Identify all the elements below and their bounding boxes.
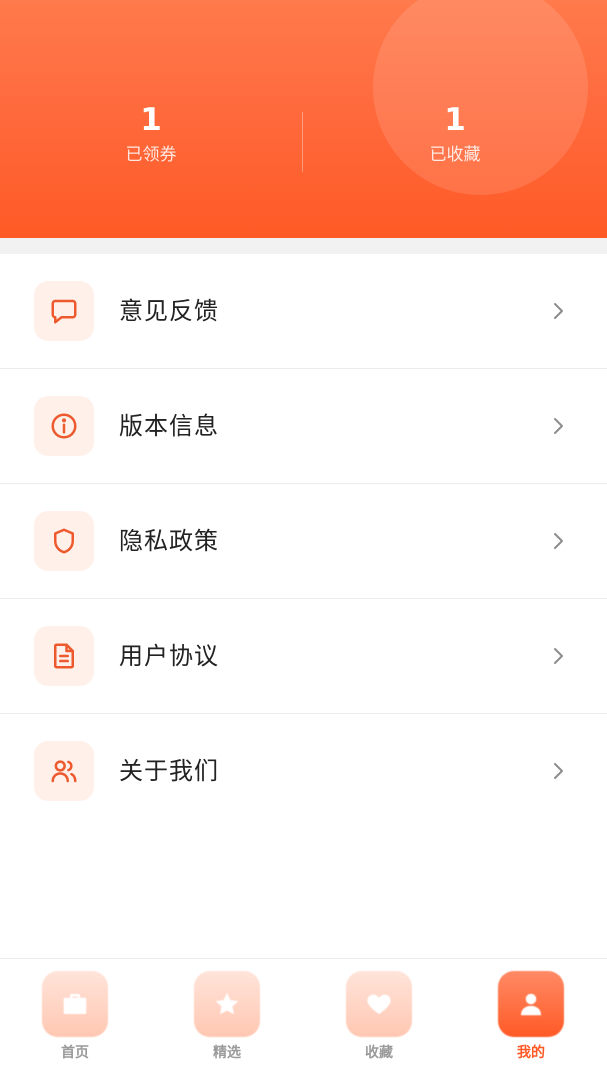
- users-icon: [34, 741, 94, 801]
- coupons-count: 1: [140, 102, 162, 138]
- menu-item-about[interactable]: 关于我们: [0, 714, 607, 829]
- favorites-count: 1: [444, 102, 466, 138]
- menu-item-terms[interactable]: 用户协议: [0, 599, 607, 714]
- chevron-right-icon: [548, 644, 568, 668]
- tab-mine[interactable]: 我的: [486, 971, 576, 1071]
- user-icon: [498, 971, 564, 1037]
- menu-item-privacy[interactable]: 隐私政策: [0, 484, 607, 599]
- menu-item-feedback[interactable]: 意见反馈: [0, 254, 607, 369]
- coupons-stat[interactable]: 1 已领券: [51, 100, 251, 168]
- profile-header: 1 已领券 1 已收藏: [0, 0, 607, 238]
- chevron-right-icon: [548, 414, 568, 438]
- menu-item-version[interactable]: 版本信息: [0, 369, 607, 484]
- menu-item-label: 意见反馈: [119, 297, 219, 325]
- document-icon: [34, 626, 94, 686]
- briefcase-icon: [42, 971, 108, 1037]
- chat-icon: [34, 281, 94, 341]
- tab-label: 收藏: [365, 1045, 393, 1061]
- star-icon: [194, 971, 260, 1037]
- menu-item-label: 关于我们: [119, 757, 219, 785]
- bottom-tab-bar: 首页 精选 收藏 我的: [0, 958, 607, 1080]
- favorites-stat[interactable]: 1 已收藏: [355, 100, 555, 168]
- menu-item-label: 版本信息: [119, 412, 219, 440]
- stat-divider: [302, 112, 303, 172]
- heart-icon: [346, 971, 412, 1037]
- tab-picks[interactable]: 精选: [182, 971, 272, 1071]
- shield-icon: [34, 511, 94, 571]
- tab-label: 首页: [61, 1045, 89, 1061]
- info-icon: [34, 396, 94, 456]
- tab-label: 我的: [517, 1045, 545, 1061]
- favorites-label: 已收藏: [429, 145, 481, 165]
- tab-home[interactable]: 首页: [30, 971, 120, 1071]
- settings-menu: 意见反馈 版本信息 隐私政策 用户协议 关于我们: [0, 254, 607, 829]
- tab-favorites[interactable]: 收藏: [334, 971, 424, 1071]
- chevron-right-icon: [548, 529, 568, 553]
- chevron-right-icon: [548, 759, 568, 783]
- chevron-right-icon: [548, 299, 568, 323]
- menu-item-label: 用户协议: [119, 642, 219, 670]
- section-gap: [0, 238, 607, 254]
- menu-item-label: 隐私政策: [119, 527, 219, 555]
- profile-page: 1 已领券 1 已收藏 意见反馈 版本信息 隐私政策 用户协议 关于我们 首页 …: [0, 0, 607, 1080]
- tab-label: 精选: [213, 1045, 241, 1061]
- coupons-label: 已领券: [125, 145, 177, 165]
